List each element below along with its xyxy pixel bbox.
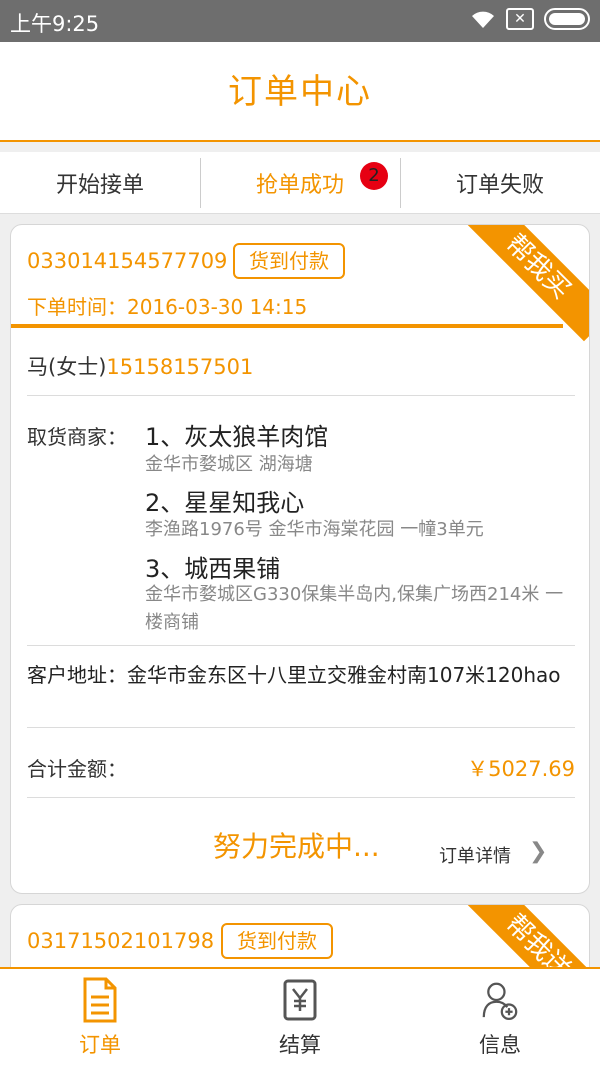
user-info-icon [482, 982, 518, 1021]
order-number: 03171502101798 [27, 929, 215, 953]
nav-orders[interactable]: 订单 [0, 969, 200, 1067]
order-detail-link[interactable]: 订单详情 [439, 842, 511, 868]
divider [27, 727, 575, 728]
wifi-icon [472, 11, 494, 28]
status-time: 上午9:25 [10, 12, 100, 36]
shop-address: 金华市婺城区G330保集半岛内,保集广场西214米 一楼商铺 [145, 584, 564, 633]
shops-label: 取货商家： [27, 425, 127, 449]
nav-info-label: 信息 [479, 1033, 521, 1057]
status-icons: ✕ [470, 8, 590, 30]
yuan-settlement-icon [283, 979, 317, 1021]
page-title: 订单中心 [228, 72, 372, 112]
nav-orders-label: 订单 [79, 1033, 121, 1057]
order-time: 下单时间：2016-03-30 14:15 [27, 295, 308, 319]
divider [27, 645, 575, 646]
total-amount: ￥5027.69 [467, 757, 575, 781]
shop-address: 李渔路1976号 金华市海棠花园 一幢3单元 [145, 519, 484, 540]
divider [27, 395, 575, 396]
customer-info: 马(女士)15158157501 [27, 351, 253, 381]
tab-order-failed[interactable]: 订单失败 [400, 152, 600, 213]
amount-label: 合计金额： [27, 757, 127, 781]
chevron-right-icon[interactable]: ❯ [529, 839, 547, 864]
shop-name: 1、灰太狼羊肉馆 [145, 423, 329, 451]
order-document-icon [83, 977, 117, 1023]
battery-icon [544, 8, 590, 30]
payment-method-tag: 货到付款 [233, 243, 345, 279]
nav-info[interactable]: 信息 [400, 969, 600, 1067]
card-divider-accent [11, 324, 563, 328]
customer-phone[interactable]: 15158157501 [106, 355, 253, 379]
divider [27, 797, 575, 798]
shop-name: 3、城西果铺 [145, 555, 281, 583]
nav-settlement[interactable]: 结算 [200, 969, 400, 1067]
status-bar: 上午9:25 ✕ [0, 0, 600, 42]
sim-off-icon: ✕ [506, 8, 534, 30]
tab-badge-count: 2 [360, 162, 388, 190]
payment-method-tag: 货到付款 [221, 923, 333, 959]
shop-address: 金华市婺城区 湖海塘 [145, 454, 313, 475]
order-progress-status: 努力完成中... [213, 830, 380, 863]
order-number: 033014154577709 [27, 249, 228, 273]
order-card[interactable]: 帮我买 033014154577709 货到付款 下单时间：2016-03-30… [10, 224, 590, 894]
address-label: 客户地址： [27, 663, 127, 687]
customer-name: 马(女士) [27, 355, 107, 379]
tab-start-accepting[interactable]: 开始接单 [0, 152, 200, 213]
order-tabs: 开始接单 抢单成功 订单失败 [0, 152, 600, 214]
header: 订单中心 [0, 42, 600, 142]
address-value: 金华市金东区十八里立交雅金村南107米120hao [127, 663, 561, 687]
customer-address: 客户地址：金华市金东区十八里立交雅金村南107米120hao [27, 661, 575, 690]
nav-settlement-label: 结算 [279, 1033, 321, 1057]
bottom-nav: 订单 结算 信息 [0, 967, 600, 1067]
shop-name: 2、星星知我心 [145, 489, 305, 517]
